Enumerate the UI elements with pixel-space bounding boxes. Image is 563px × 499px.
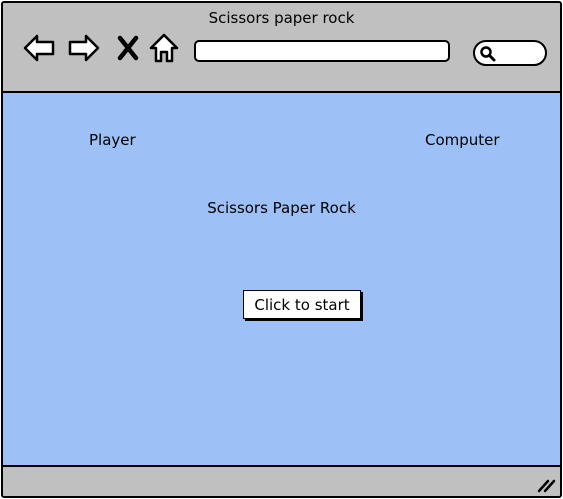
- home-icon[interactable]: [147, 31, 181, 65]
- search-field[interactable]: [473, 40, 547, 66]
- back-arrow-icon[interactable]: [22, 31, 56, 65]
- close-x-icon[interactable]: [111, 31, 145, 65]
- address-bar[interactable]: [194, 40, 450, 62]
- game-area: Player Computer Scissors Paper Rock Clic…: [3, 93, 560, 467]
- status-bar: [3, 467, 560, 496]
- player-label: Player: [89, 131, 136, 149]
- browser-toolbar: Scissors paper rock: [3, 3, 560, 93]
- start-button[interactable]: Click to start: [243, 290, 361, 319]
- search-icon: [480, 46, 496, 62]
- resize-grip-icon[interactable]: [536, 477, 556, 493]
- computer-label: Computer: [425, 131, 500, 149]
- window-title: Scissors paper rock: [208, 9, 355, 27]
- forward-arrow-icon[interactable]: [67, 31, 101, 65]
- browser-window: Scissors paper rock Player Computer Scis…: [1, 1, 562, 498]
- game-title: Scissors Paper Rock: [207, 199, 356, 217]
